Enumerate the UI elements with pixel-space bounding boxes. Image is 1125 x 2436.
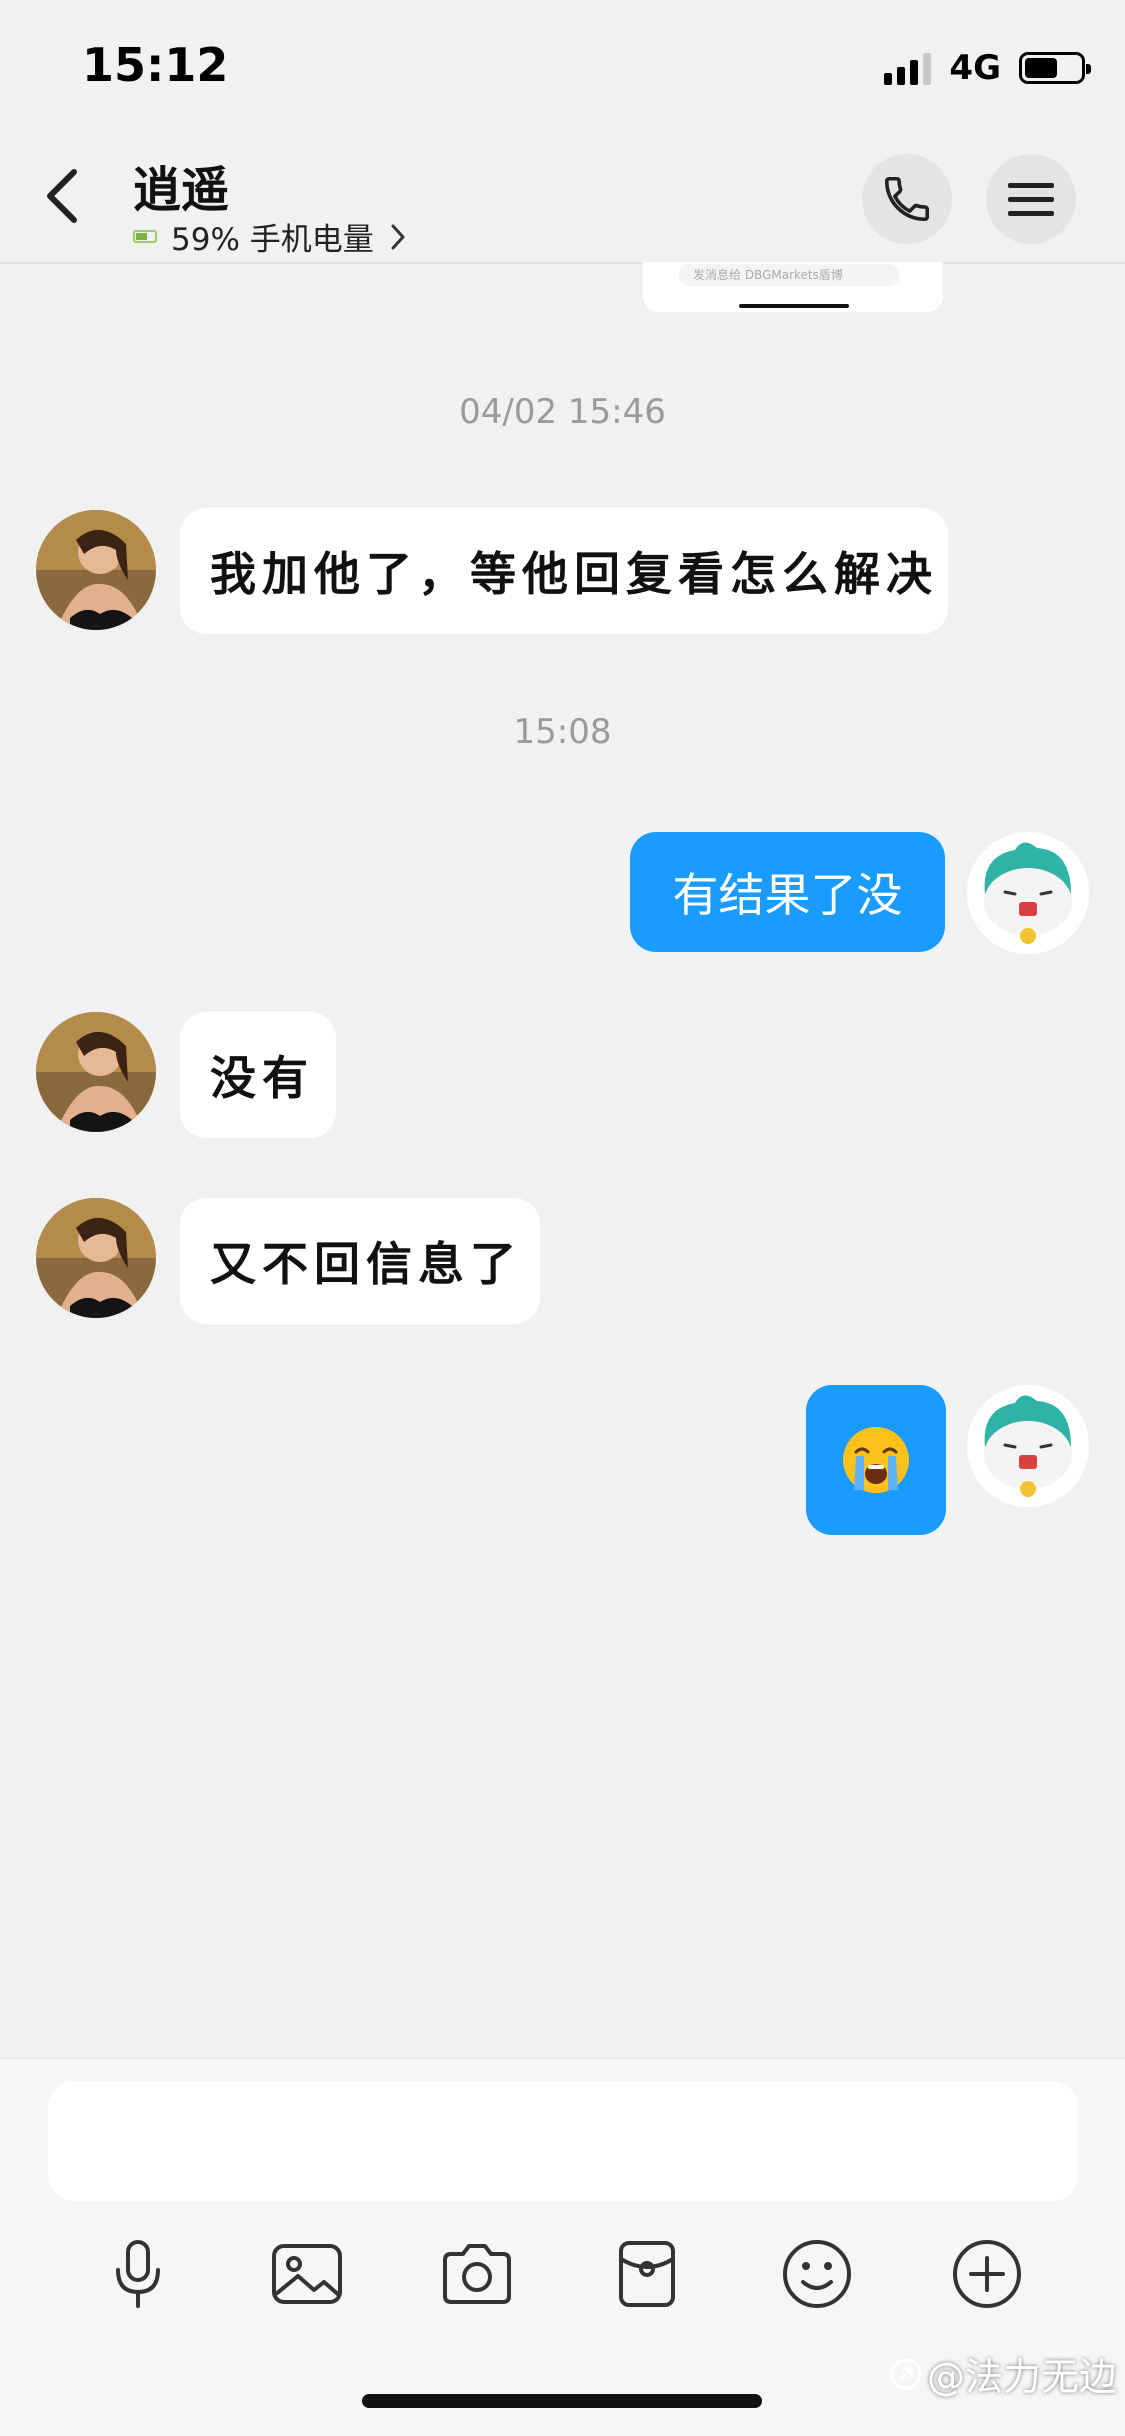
emoji-icon (783, 2240, 851, 2308)
chevron-left-icon (47, 169, 77, 223)
timestamp: 15:08 (513, 712, 612, 752)
message-text: 又不回信息了 (210, 1237, 522, 1291)
microphone-icon (116, 2240, 160, 2308)
home-indicator[interactable] (362, 2394, 762, 2408)
timestamp: 04/02 15:46 (459, 392, 666, 432)
previous-card-home-bar (739, 304, 849, 308)
message-bubble-incoming[interactable]: 又不回信息了 (180, 1198, 540, 1324)
contact-avatar-image (36, 1012, 156, 1132)
contact-battery-status[interactable]: 59% 手机电量 (133, 214, 408, 259)
voice-call-button[interactable] (862, 154, 952, 244)
my-avatar[interactable] (967, 832, 1089, 954)
red-packet-icon (619, 2241, 675, 2307)
avatar[interactable] (36, 510, 156, 630)
message-text: 没有 (210, 1051, 314, 1105)
battery-status-text: 59% 手机电量 (171, 222, 374, 258)
status-time: 15:12 (82, 38, 229, 92)
chat-screen: 15:12 4G 逍遥 59% 手机电量 发消息给 DBGMarkets盾博 0… (0, 0, 1125, 2436)
chevron-right-icon (391, 224, 405, 249)
status-bar: 15:12 4G (0, 0, 1125, 130)
zhihu-logo-icon (890, 2358, 922, 2389)
phone-icon (884, 176, 930, 222)
previous-card-input: 发消息给 DBGMarkets盾博 (679, 264, 899, 286)
signal-icon (884, 51, 932, 85)
avatar[interactable] (36, 1198, 156, 1318)
mascot-avatar-image (967, 1385, 1089, 1507)
contact-name[interactable]: 逍遥 (133, 150, 229, 220)
chat-menu-button[interactable] (986, 154, 1076, 244)
voice-button[interactable] (93, 2229, 183, 2319)
message-bubble-incoming[interactable]: 我加他了，等他回复看怎么解决 (180, 508, 948, 634)
previous-message-card[interactable]: 发消息给 DBGMarkets盾博 (643, 262, 943, 312)
battery-small-icon (133, 230, 157, 243)
status-indicators: 4G (884, 48, 1091, 88)
loudly-crying-face-icon (843, 1427, 909, 1493)
message-bubble-incoming[interactable]: 没有 (180, 1012, 336, 1138)
my-avatar[interactable] (967, 1385, 1089, 1507)
hamburger-menu-icon (1008, 183, 1054, 216)
watermark: @法力无边 (889, 2346, 1117, 2401)
battery-icon (1019, 52, 1091, 84)
back-button[interactable] (36, 160, 96, 230)
image-icon (272, 2244, 342, 2304)
mascot-avatar-image (967, 832, 1089, 954)
message-text: 有结果了没 (672, 868, 903, 922)
message-text: 我加他了，等他回复看怎么解决 (210, 547, 938, 601)
avatar[interactable] (36, 1012, 156, 1132)
battery-cap (1086, 64, 1091, 74)
watermark-text: @法力无边 (926, 2355, 1117, 2399)
camera-icon (443, 2244, 511, 2304)
more-button[interactable] (942, 2229, 1032, 2319)
emoji-button[interactable] (772, 2229, 862, 2319)
message-bubble-outgoing-emoji[interactable] (806, 1385, 946, 1535)
message-bubble-outgoing[interactable]: 有结果了没 (630, 832, 945, 952)
chat-header: 逍遥 59% 手机电量 (0, 130, 1125, 264)
network-type: 4G (949, 48, 1001, 88)
contact-avatar-image (36, 510, 156, 630)
battery-fill (1025, 58, 1058, 78)
camera-button[interactable] (432, 2229, 522, 2319)
red-packet-button[interactable] (602, 2229, 692, 2319)
message-input[interactable] (48, 2081, 1078, 2201)
contact-avatar-image (36, 1198, 156, 1318)
plus-icon (953, 2240, 1021, 2308)
image-button[interactable] (262, 2229, 352, 2319)
